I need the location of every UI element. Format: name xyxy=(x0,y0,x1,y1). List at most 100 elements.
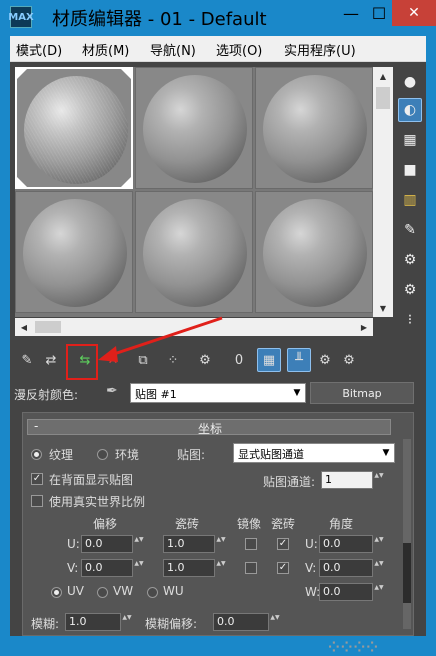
uv-label: UV xyxy=(67,584,84,598)
texture-radio[interactable] xyxy=(31,449,42,460)
v-angle-label: V: xyxy=(305,561,317,575)
window-title: 材质编辑器 - 01 - Default xyxy=(52,9,267,30)
u-angle-spinner[interactable]: 0.0 ▲▼ xyxy=(319,535,384,553)
wu-radio[interactable] xyxy=(147,587,158,598)
close-button[interactable]: ✕ xyxy=(392,0,436,26)
rollout-header[interactable]: - 坐标 xyxy=(27,419,391,436)
go-forward-icon[interactable]: ⚙ xyxy=(337,348,361,372)
minimize-button[interactable]: — xyxy=(336,0,366,26)
background-icon[interactable]: ▦ xyxy=(398,128,422,152)
vw-label: VW xyxy=(113,584,134,598)
menu-mode[interactable]: 模式(D) xyxy=(16,40,62,59)
backlight-icon[interactable]: ◐ xyxy=(398,98,422,122)
environ-radio[interactable] xyxy=(97,449,108,460)
put-to-scene-icon[interactable]: ⇄ xyxy=(39,348,63,372)
material-row: 漫反射颜色: ✒ 贴图 #1 ▼ Bitmap xyxy=(10,380,426,406)
maximize-button[interactable]: ☐ xyxy=(366,0,392,26)
eyedropper-icon[interactable]: ✒ xyxy=(106,383,118,399)
show-end-result-icon[interactable]: ╨ xyxy=(287,348,311,372)
go-to-parent-icon[interactable]: ⚙ xyxy=(313,348,337,372)
mirror-header: 镜像 xyxy=(237,517,262,531)
sample-slot[interactable] xyxy=(15,191,133,313)
diffuse-color-label: 漫反射颜色: xyxy=(14,388,79,402)
vw-radio[interactable] xyxy=(97,587,108,598)
sample-slot[interactable] xyxy=(255,67,373,189)
scroll-thumb[interactable] xyxy=(376,87,390,109)
chevron-down-icon: ▼ xyxy=(378,444,394,462)
uv-radio[interactable] xyxy=(51,587,62,598)
environ-label: 环境 xyxy=(115,448,140,462)
spinner-arrows-icon[interactable]: ▲▼ xyxy=(216,560,226,578)
spinner-arrows-icon[interactable]: ▲▼ xyxy=(134,536,144,554)
panel-scrollbar[interactable] xyxy=(403,439,411,629)
select-by-material-icon[interactable]: ⚙ xyxy=(398,278,422,302)
options-icon[interactable]: ⚙ xyxy=(398,248,422,272)
get-material-icon[interactable]: ✎ xyxy=(15,348,39,372)
map-name-dropdown[interactable]: 贴图 #1 ▼ xyxy=(130,383,306,403)
blur-spinner[interactable]: 1.0 ▲▼ xyxy=(65,613,132,631)
mapping-dropdown[interactable]: 显式贴图通道 ▼ xyxy=(233,443,395,463)
spinner-arrows-icon[interactable]: ▲▼ xyxy=(374,560,384,578)
spinner-arrows-icon[interactable]: ▲▼ xyxy=(374,536,384,554)
menu-utilities[interactable]: 实用程序(U) xyxy=(284,40,356,59)
real-world-scale-checkbox[interactable] xyxy=(31,495,43,507)
spinner-arrows-icon[interactable]: ▲▼ xyxy=(270,614,280,632)
v-tiling-spinner[interactable]: 1.0 ▲▼ xyxy=(163,559,226,577)
u-offset-spinner[interactable]: 0.0 ▲▼ xyxy=(81,535,144,553)
scroll-thumb[interactable] xyxy=(403,543,411,603)
menu-options[interactable]: 选项(O) xyxy=(216,40,262,59)
scroll-thumb[interactable] xyxy=(35,321,61,333)
sample-slot[interactable] xyxy=(255,191,373,313)
menu-bar: 模式(D) 材质(M) 导航(N) 选项(O) 实用程序(U) xyxy=(10,36,426,62)
sample-type-icon[interactable]: ● xyxy=(398,70,422,94)
u-tile-checkbox[interactable]: ✓ xyxy=(277,538,289,550)
scroll-left-icon[interactable]: ◀ xyxy=(15,318,33,336)
map-channel-spinner[interactable]: 1 ▲▼ xyxy=(321,471,384,489)
show-map-on-back-label: 在背面显示贴图 xyxy=(49,473,134,487)
material-id-icon[interactable]: 0 xyxy=(227,348,251,372)
spinner-arrows-icon[interactable]: ▲▼ xyxy=(122,614,132,632)
rollout-title: 坐标 xyxy=(197,422,222,436)
v-mirror-checkbox[interactable] xyxy=(245,562,257,574)
video-color-check-icon[interactable]: ▥ xyxy=(398,188,422,212)
blur-label: 模糊: xyxy=(31,617,60,631)
scroll-up-icon[interactable]: ▲ xyxy=(373,67,393,85)
v-angle-spinner[interactable]: 0.0 ▲▼ xyxy=(319,559,384,577)
v-tile-checkbox[interactable]: ✓ xyxy=(277,562,289,574)
show-map-in-viewport-icon[interactable]: ▦ xyxy=(257,348,281,372)
blur-offset-spinner[interactable]: 0.0 ▲▼ xyxy=(213,613,280,631)
u-tiling-spinner[interactable]: 1.0 ▲▼ xyxy=(163,535,226,553)
spinner-arrows-icon[interactable]: ▲▼ xyxy=(134,560,144,578)
menu-navigation[interactable]: 导航(N) xyxy=(150,40,196,59)
show-map-on-back-checkbox[interactable]: ✓ xyxy=(31,473,43,485)
blur-offset-label: 模糊偏移: xyxy=(145,617,198,631)
map-channel-label: 贴图通道: xyxy=(263,475,316,489)
slots-vertical-scrollbar[interactable]: ▲ ▼ xyxy=(373,67,393,317)
sample-slot[interactable] xyxy=(15,67,133,189)
title-bar: MAX 材质编辑器 - 01 - Default — ☐ ✕ xyxy=(0,0,436,36)
spinner-arrows-icon[interactable]: ▲▼ xyxy=(374,472,384,490)
texture-label: 纹理 xyxy=(49,448,74,462)
material-navigator-icon[interactable]: ⁝ xyxy=(398,308,422,332)
sample-slot[interactable] xyxy=(135,191,253,313)
sample-slot[interactable] xyxy=(135,67,253,189)
spinner-arrows-icon[interactable]: ▲▼ xyxy=(216,536,226,554)
menu-material[interactable]: 材质(M) xyxy=(82,40,129,59)
v-offset-spinner[interactable]: 0.0 ▲▼ xyxy=(81,559,144,577)
scroll-right-icon[interactable]: ▶ xyxy=(355,318,373,336)
material-sphere xyxy=(143,199,247,307)
w-angle-spinner[interactable]: 0.0 ▲▼ xyxy=(319,583,384,601)
editor-client: ▲ ▼ ◀ ▶ ● ◐ ▦ ■ ▥ ✎ ⚙ ⚙ ⁝ ✎ ⇄ ⇆ ✕ ⧉ ⁘ ⚙ … xyxy=(10,62,426,656)
u-mirror-checkbox[interactable] xyxy=(245,538,257,550)
spinner-arrows-icon[interactable]: ▲▼ xyxy=(374,584,384,602)
u-label: U: xyxy=(67,537,80,551)
app-icon: MAX xyxy=(8,6,34,28)
uv-tiling-icon[interactable]: ■ xyxy=(398,158,422,182)
map-type-button[interactable]: Bitmap xyxy=(310,382,414,404)
material-sphere xyxy=(23,199,127,307)
make-preview-icon[interactable]: ✎ xyxy=(398,218,422,242)
material-sphere xyxy=(143,75,247,183)
u-angle-label: U: xyxy=(305,537,318,551)
scroll-down-icon[interactable]: ▼ xyxy=(373,299,393,317)
mapping-label: 贴图: xyxy=(177,448,206,462)
